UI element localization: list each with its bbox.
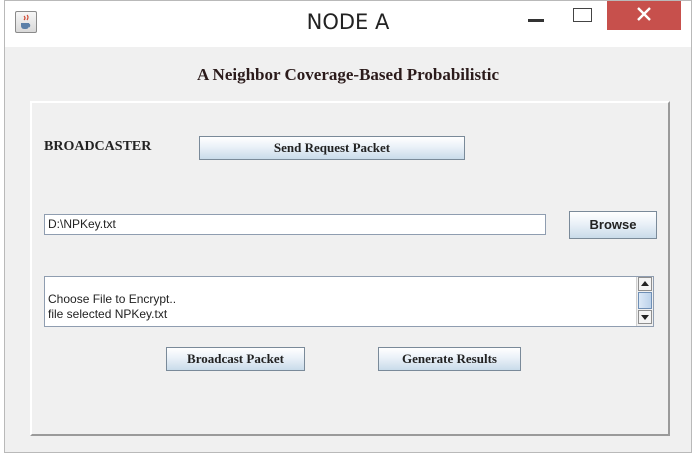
scroll-down-icon[interactable] — [638, 310, 652, 324]
maximize-icon[interactable] — [559, 1, 607, 30]
send-request-packet-button[interactable]: Send Request Packet — [199, 136, 465, 160]
broadcast-packet-button[interactable]: Broadcast Packet — [166, 347, 305, 371]
scroll-thumb[interactable] — [638, 292, 652, 309]
log-line: Choose File to Encrypt.. — [48, 292, 177, 306]
title-bar[interactable]: NODE A — [5, 1, 691, 47]
generate-results-button[interactable]: Generate Results — [378, 347, 521, 371]
main-panel: BROADCASTER Send Request Packet D:\NPKey… — [30, 101, 670, 436]
minimize-icon[interactable] — [511, 1, 559, 30]
close-icon[interactable] — [607, 1, 681, 30]
browse-button[interactable]: Browse — [569, 211, 657, 239]
app-window: NODE A A Neighbor Coverage-Based Probabi… — [4, 0, 692, 453]
scroll-up-icon[interactable] — [638, 277, 652, 291]
page-heading: A Neighbor Coverage-Based Probabilistic — [196, 65, 500, 84]
log-textarea[interactable]: Choose File to Encrypt.. file selected N… — [44, 276, 654, 327]
file-path-field[interactable]: D:\NPKey.txt — [44, 214, 546, 235]
log-scrollbar[interactable] — [636, 277, 653, 326]
log-line: file selected NPKey.txt — [48, 307, 168, 321]
broadcaster-label: BROADCASTER — [44, 139, 152, 154]
